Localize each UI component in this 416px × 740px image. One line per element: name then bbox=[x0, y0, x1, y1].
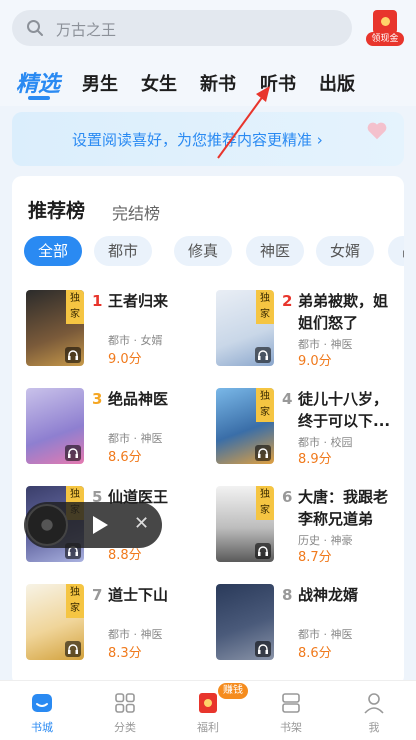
chip-all[interactable]: 全部 bbox=[24, 236, 83, 266]
book-item-4[interactable]: 独家 4 徒儿十八岁，终于可以下... 都市 · 校园 8.9分 bbox=[216, 388, 404, 470]
tab-published[interactable]: 出版 bbox=[319, 70, 355, 96]
earn-money-badge: 赚钱 bbox=[218, 683, 248, 699]
genre-filter-chips: 全部 都市 修真 神医 女婿 战 bbox=[24, 236, 404, 268]
search-icon bbox=[27, 20, 43, 36]
chip-urban[interactable]: 都市 bbox=[94, 236, 153, 266]
book-cover: 独家 bbox=[216, 486, 274, 562]
chip-cultivation[interactable]: 修真 bbox=[174, 236, 233, 266]
book-item-2[interactable]: 独家 2 弟弟被欺，姐姐们怒了 都市 · 神医 9.0分 bbox=[216, 290, 404, 372]
nav-profile[interactable]: 我 bbox=[344, 687, 404, 737]
category-icon bbox=[115, 693, 135, 713]
book-score: 8.6分 bbox=[298, 646, 332, 661]
headphones-icon bbox=[255, 641, 271, 657]
cash-reward-label: 领现金 bbox=[366, 32, 404, 46]
ranking-card: 推荐榜 完结榜 全部 都市 修真 神医 女婿 战 独家 1 王者归来 都市 · … bbox=[12, 176, 404, 686]
search-placeholder: 万古之王 bbox=[56, 21, 117, 39]
red-envelope-icon bbox=[373, 10, 397, 34]
heart-icon bbox=[367, 122, 387, 140]
exclusive-badge: 独家 bbox=[256, 486, 274, 520]
nav-label: 分类 bbox=[114, 721, 136, 734]
exclusive-badge: 独家 bbox=[66, 584, 84, 618]
nav-bookstore[interactable]: 书城 bbox=[12, 687, 72, 737]
tab-featured[interactable]: 精选 bbox=[16, 66, 60, 98]
banner-text: 设置阅读喜好，为您推荐内容更精准 › bbox=[72, 131, 323, 149]
rank-number: 7 bbox=[92, 586, 103, 604]
rank-number: 6 bbox=[282, 488, 293, 506]
book-item-6[interactable]: 独家 6 大唐：我跟老李称兄道弟 历史 · 神豪 8.7分 bbox=[216, 486, 404, 568]
chip-miracle-doctor[interactable]: 神医 bbox=[246, 236, 305, 266]
album-disc-icon[interactable] bbox=[26, 504, 68, 546]
book-title: 弟弟被欺，姐姐们怒了 bbox=[298, 292, 389, 332]
book-item-7[interactable]: 独家 7 道士下山 都市 · 神医 8.3分 bbox=[26, 584, 216, 666]
book-cover: 独家 bbox=[216, 388, 274, 464]
exclusive-badge: 独家 bbox=[66, 290, 84, 324]
book-title: 绝品神医 bbox=[108, 390, 169, 408]
rank-number: 2 bbox=[282, 292, 293, 310]
book-score: 9.0分 bbox=[298, 354, 332, 369]
book-cover bbox=[216, 584, 274, 660]
tab-completed-ranking[interactable]: 完结榜 bbox=[112, 200, 160, 224]
book-item-3[interactable]: 3 绝品神医 都市 · 神医 8.6分 bbox=[26, 388, 216, 470]
close-icon[interactable]: ✕ bbox=[134, 513, 149, 534]
book-cover: 独家 bbox=[26, 584, 84, 660]
book-cover: 独家 bbox=[26, 290, 84, 366]
tab-recommended-ranking[interactable]: 推荐榜 bbox=[28, 196, 85, 223]
book-tags: 都市 · 神医 bbox=[108, 628, 163, 641]
rank-number: 3 bbox=[92, 390, 103, 408]
nav-bookshelf[interactable]: 书架 bbox=[261, 687, 321, 737]
book-item-1[interactable]: 独家 1 王者归来 都市 · 女婿 9.0分 bbox=[26, 290, 216, 372]
headphones-icon bbox=[255, 543, 271, 559]
book-tags: 都市 · 神医 bbox=[108, 432, 163, 445]
rank-number: 4 bbox=[282, 390, 293, 408]
book-title: 战神龙婿 bbox=[298, 586, 359, 604]
book-tags: 都市 · 女婿 bbox=[108, 334, 163, 347]
book-score: 8.7分 bbox=[298, 550, 332, 565]
book-score: 8.9分 bbox=[298, 452, 332, 467]
channel-tabs: 精选 男生 女生 新书 听书 出版 bbox=[0, 60, 416, 106]
audio-mini-player[interactable]: ✕ bbox=[24, 502, 162, 548]
exclusive-badge: 独家 bbox=[256, 290, 274, 324]
tab-new-books[interactable]: 新书 bbox=[200, 70, 236, 96]
book-cover bbox=[26, 388, 84, 464]
headphones-icon bbox=[255, 445, 271, 461]
preference-banner[interactable]: 设置阅读喜好，为您推荐内容更精准 › bbox=[12, 112, 404, 166]
cash-reward-button[interactable]: 领现金 bbox=[366, 10, 404, 46]
chip-war[interactable]: 战 bbox=[388, 236, 404, 266]
headphones-icon bbox=[65, 347, 81, 363]
nav-label: 我 bbox=[368, 721, 380, 734]
bookshelf-icon bbox=[282, 693, 300, 713]
book-tags: 都市 · 神医 bbox=[298, 628, 353, 641]
book-title: 大唐：我跟老李称兄道弟 bbox=[298, 488, 389, 528]
rank-number: 8 bbox=[282, 586, 293, 604]
nav-category[interactable]: 分类 bbox=[95, 687, 155, 737]
book-cover: 独家 bbox=[216, 290, 274, 366]
tab-female[interactable]: 女生 bbox=[141, 70, 177, 96]
book-title: 王者归来 bbox=[108, 292, 169, 310]
headphones-icon bbox=[65, 641, 81, 657]
bottom-nav: 书城 分类 福利 赚钱 书架 我 bbox=[0, 680, 416, 740]
headphones-icon bbox=[255, 347, 271, 363]
rank-number: 1 bbox=[92, 292, 103, 310]
book-score: 8.3分 bbox=[108, 646, 142, 661]
search-bar[interactable]: 万古之王 bbox=[12, 10, 352, 46]
profile-icon bbox=[364, 693, 384, 714]
nav-label: 书架 bbox=[280, 721, 302, 734]
book-title: 徒儿十八岁，终于可以下... bbox=[298, 390, 391, 430]
tab-audiobooks[interactable]: 听书 bbox=[260, 70, 296, 96]
headphones-icon bbox=[65, 445, 81, 461]
book-item-8[interactable]: 8 战神龙婿 都市 · 神医 8.6分 bbox=[216, 584, 404, 666]
gift-icon bbox=[199, 693, 217, 713]
active-tab-indicator bbox=[28, 96, 50, 100]
nav-label: 书城 bbox=[31, 721, 53, 734]
book-score: 8.6分 bbox=[108, 450, 142, 465]
nav-label: 福利 bbox=[197, 721, 219, 734]
exclusive-badge: 独家 bbox=[256, 388, 274, 422]
top-bar: 万古之王 领现金 bbox=[0, 0, 416, 60]
book-title: 道士下山 bbox=[108, 586, 169, 604]
tab-male[interactable]: 男生 bbox=[82, 70, 118, 96]
bookstore-icon bbox=[32, 694, 52, 712]
play-icon[interactable] bbox=[90, 514, 110, 536]
chip-son-in-law[interactable]: 女婿 bbox=[316, 236, 375, 266]
book-score: 9.0分 bbox=[108, 352, 142, 367]
